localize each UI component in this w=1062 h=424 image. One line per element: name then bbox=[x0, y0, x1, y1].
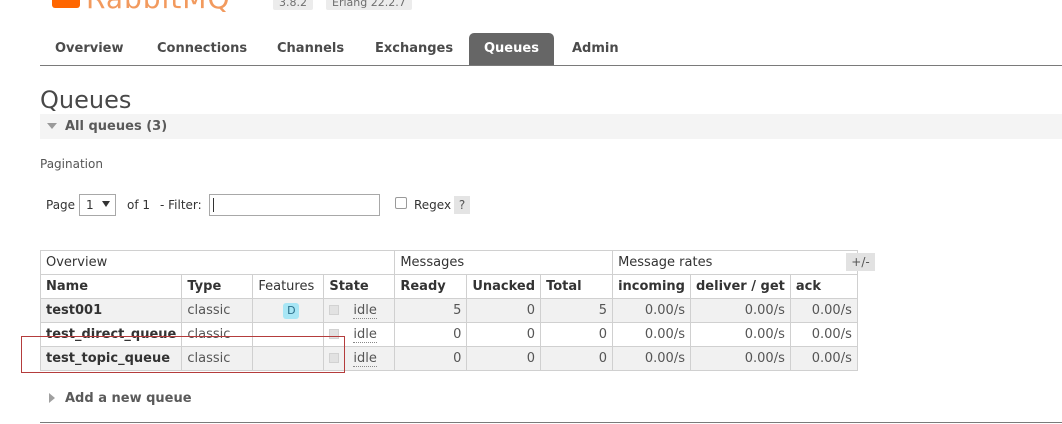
expand-triangle-icon bbox=[49, 393, 55, 403]
tab-overview[interactable]: Overview bbox=[40, 33, 139, 65]
add-queue-label: Add a new queue bbox=[65, 391, 192, 406]
col-header-incoming[interactable]: incoming bbox=[612, 274, 691, 299]
queue-state: idle bbox=[323, 298, 396, 323]
regex-help-button[interactable]: ? bbox=[454, 196, 470, 214]
queue-type: classic bbox=[181, 298, 254, 323]
queue-deliver-get-rate: 0.00/s bbox=[689, 346, 791, 371]
tab-queues[interactable]: Queues bbox=[469, 33, 554, 65]
tab-admin[interactable]: Admin bbox=[557, 33, 634, 65]
queue-name-link[interactable]: test001 bbox=[39, 298, 183, 323]
queue-unacked: 0 bbox=[466, 298, 542, 323]
durable-badge: D bbox=[283, 302, 300, 319]
tab-channels[interactable]: Channels bbox=[262, 33, 359, 65]
group-header-message-rates: Message rates bbox=[612, 250, 858, 275]
queue-total: 5 bbox=[540, 298, 614, 323]
page-title: Queues bbox=[40, 86, 132, 114]
page-select-value: 1 bbox=[86, 198, 94, 212]
filter-input[interactable] bbox=[209, 194, 380, 216]
chevron-down-icon bbox=[102, 201, 110, 207]
queue-ack-rate: 0.00/s bbox=[789, 322, 858, 347]
section-divider bbox=[40, 422, 1062, 423]
queue-ready: 5 bbox=[394, 298, 468, 323]
table-row[interactable]: test001 classic D idle 5 0 5 0.00/s 0.00… bbox=[39, 298, 858, 323]
col-header-deliver-get[interactable]: deliver / get bbox=[689, 274, 791, 299]
queue-total: 0 bbox=[540, 346, 614, 371]
queue-ready: 0 bbox=[394, 322, 468, 347]
page-select[interactable]: 1 bbox=[79, 194, 116, 216]
all-queues-section-toggle[interactable]: All queues (3) bbox=[40, 114, 1062, 139]
regex-label: Regex bbox=[414, 198, 452, 212]
regex-checkbox[interactable] bbox=[395, 197, 407, 209]
page-label: Page bbox=[46, 198, 76, 212]
col-header-name[interactable]: Name bbox=[39, 274, 183, 299]
col-header-features[interactable]: Features bbox=[252, 274, 325, 299]
erlang-version-badge: Erlang 22.2.7 bbox=[326, 0, 412, 10]
of-pages-label: of 1 bbox=[127, 198, 151, 212]
queue-unacked: 0 bbox=[466, 346, 542, 371]
queue-deliver-get-rate: 0.00/s bbox=[689, 298, 791, 323]
queue-ready: 0 bbox=[394, 346, 468, 371]
group-header-messages: Messages bbox=[394, 250, 614, 275]
text-cursor-icon bbox=[213, 198, 214, 212]
queue-ack-rate: 0.00/s bbox=[789, 298, 858, 323]
logo-text: RabbitMQ bbox=[86, 0, 231, 15]
rabbitmq-logo: RabbitMQ bbox=[52, 0, 262, 15]
queue-unacked: 0 bbox=[466, 322, 542, 347]
col-header-unacked[interactable]: Unacked bbox=[466, 274, 542, 299]
queue-incoming-rate: 0.00/s bbox=[612, 346, 691, 371]
col-header-type[interactable]: Type bbox=[181, 274, 254, 299]
queue-ack-rate: 0.00/s bbox=[789, 346, 858, 371]
all-queues-label: All queues (3) bbox=[65, 119, 168, 134]
queue-deliver-get-rate: 0.00/s bbox=[689, 322, 791, 347]
main-nav: Overview Connections Channels Exchanges … bbox=[40, 33, 1062, 66]
group-header-overview: Overview bbox=[39, 250, 396, 275]
queue-incoming-rate: 0.00/s bbox=[612, 298, 691, 323]
rabbit-logo-icon bbox=[52, 0, 80, 8]
queue-total: 0 bbox=[540, 322, 614, 347]
pagination-label: Pagination bbox=[40, 157, 103, 171]
col-header-ready[interactable]: Ready bbox=[394, 274, 468, 299]
annotation-highlight-box bbox=[21, 336, 345, 373]
queue-features: D bbox=[252, 298, 325, 323]
version-badge: 3.8.2 bbox=[273, 0, 313, 10]
col-header-total[interactable]: Total bbox=[540, 274, 614, 299]
queue-incoming-rate: 0.00/s bbox=[612, 322, 691, 347]
col-header-ack[interactable]: ack bbox=[789, 274, 858, 299]
tab-exchanges[interactable]: Exchanges bbox=[360, 33, 468, 65]
collapse-triangle-icon bbox=[47, 123, 57, 129]
filter-label: - Filter: bbox=[160, 198, 202, 212]
tab-connections[interactable]: Connections bbox=[142, 33, 262, 65]
state-indicator-icon bbox=[329, 305, 340, 315]
col-header-state[interactable]: State bbox=[323, 274, 396, 299]
toggle-columns-button[interactable]: +/- bbox=[846, 253, 875, 271]
